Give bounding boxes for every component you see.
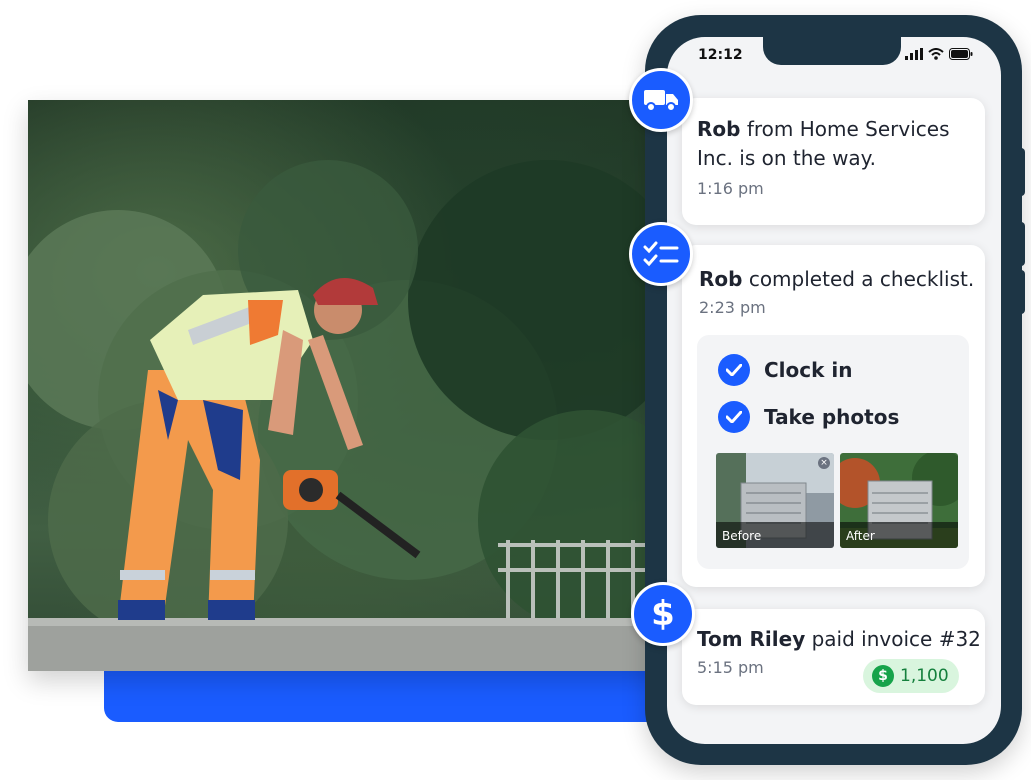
- dollar-badge: $: [631, 582, 695, 646]
- checklist-time: 2:23 pm: [699, 298, 766, 317]
- photo-after[interactable]: After: [840, 453, 958, 548]
- status-time: 12:12: [698, 47, 743, 63]
- phone-volume-up: [1019, 222, 1025, 266]
- photo-before-label: Before: [716, 522, 834, 548]
- on-the-way-message: Rob from Home Services Inc. is on the wa…: [697, 117, 950, 170]
- phone-side-button: [1019, 148, 1025, 196]
- photo-after-label: After: [840, 522, 958, 548]
- paid-amount: 1,100: [900, 666, 949, 686]
- checklist-item-clock-in[interactable]: Clock in: [718, 354, 853, 386]
- photo-before[interactable]: × Before: [716, 453, 834, 548]
- close-icon[interactable]: ×: [818, 457, 830, 469]
- check-icon: [718, 354, 750, 386]
- dollar-icon: $: [872, 665, 894, 687]
- on-the-way-time: 1:16 pm: [697, 179, 764, 198]
- truck-badge: [629, 68, 693, 132]
- landscaper-illustration: [28, 160, 668, 671]
- checklist-item-take-photos[interactable]: Take photos: [718, 401, 899, 433]
- dollar-icon: $: [651, 594, 675, 634]
- wifi-icon: [928, 48, 944, 60]
- check-icon: [718, 401, 750, 433]
- hero-photo-landscaper: [28, 100, 668, 671]
- phone-volume-down: [1019, 270, 1025, 314]
- checklist-badge: [629, 222, 693, 286]
- checklist-icon: [643, 241, 679, 267]
- invoice-message: Tom Riley paid invoice #32: [697, 627, 981, 651]
- checklist-message: Rob completed a checklist.: [699, 267, 975, 291]
- signal-icon: [905, 48, 923, 60]
- notification-on-the-way[interactable]: Rob from Home Services Inc. is on the wa…: [682, 98, 985, 225]
- phone-notch: [763, 37, 901, 65]
- paid-amount-badge: $ 1,100: [863, 659, 959, 693]
- status-icons: [905, 48, 973, 60]
- battery-icon: [949, 48, 973, 60]
- truck-icon: [644, 90, 678, 112]
